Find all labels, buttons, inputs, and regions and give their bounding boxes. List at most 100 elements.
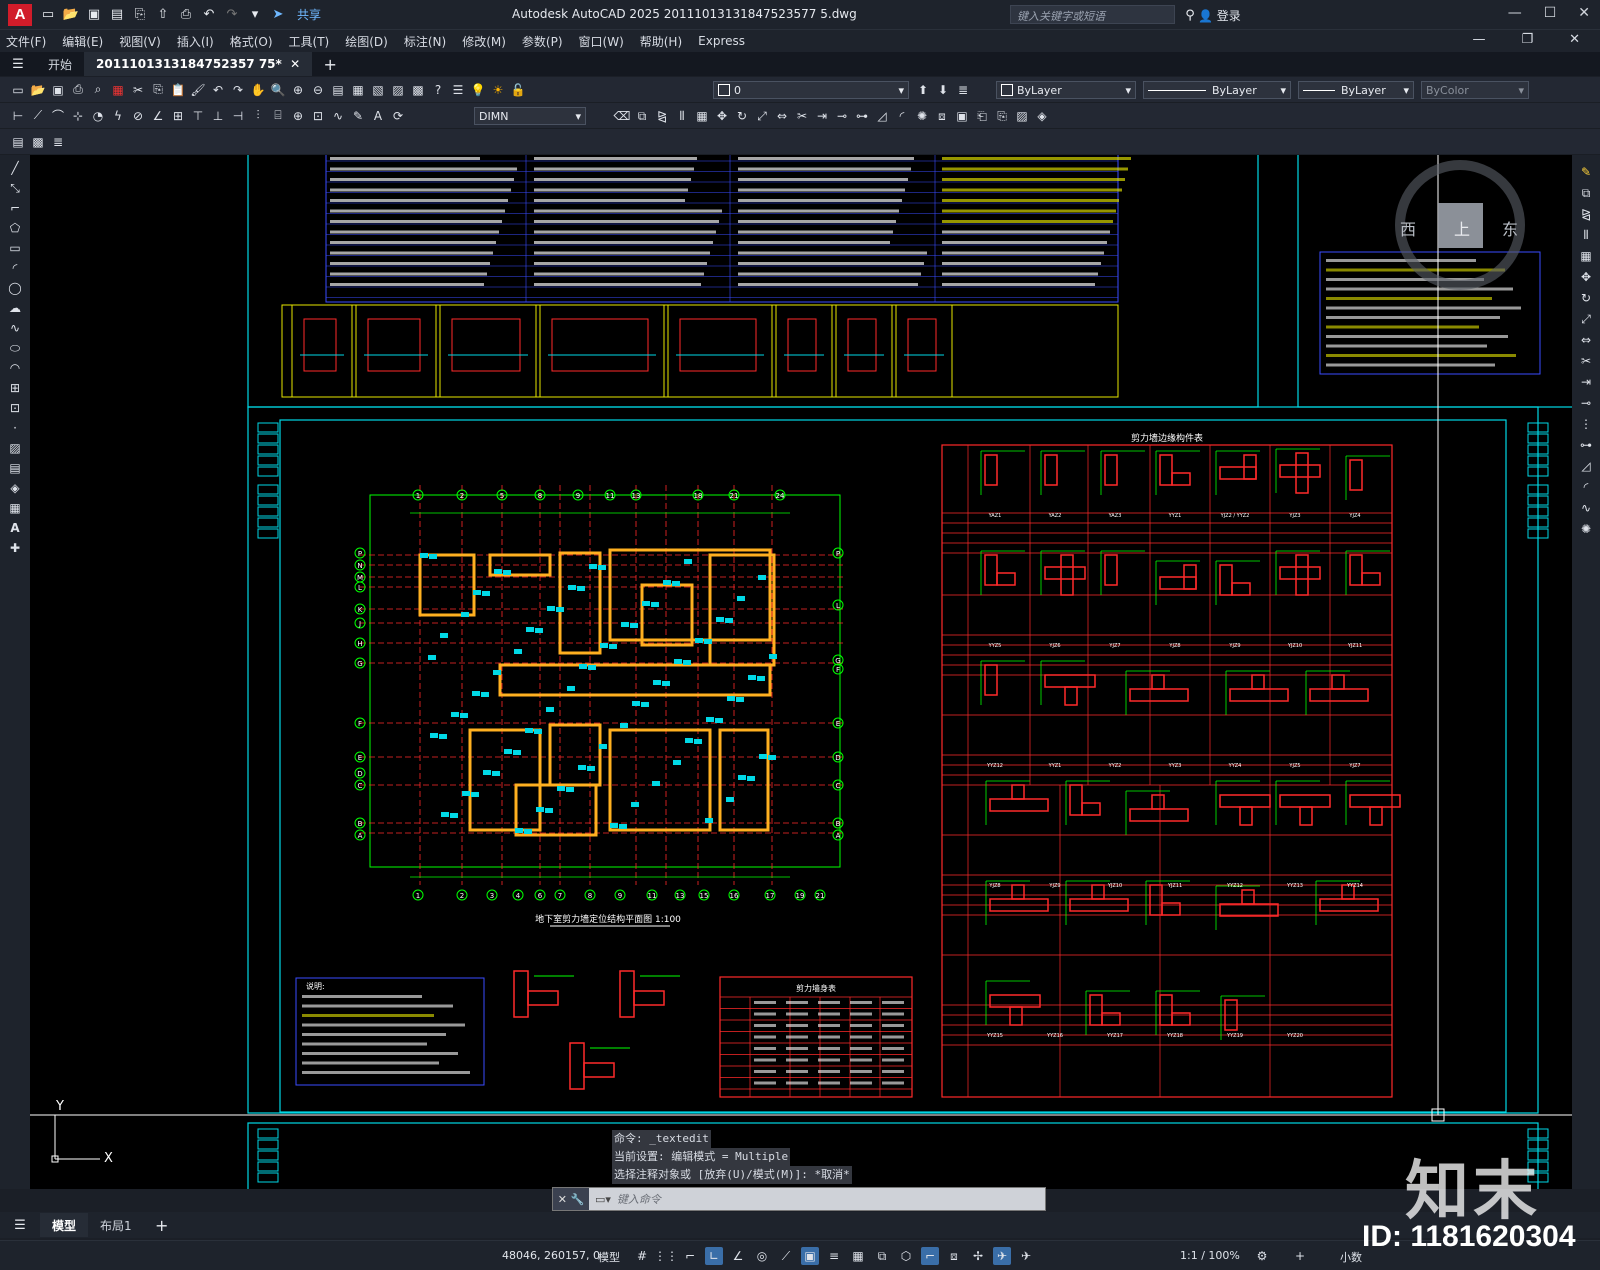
offset-icon[interactable]: ⫴ bbox=[1577, 226, 1595, 244]
menu-parameters[interactable]: 参数(P) bbox=[522, 33, 563, 50]
hamburger-icon[interactable]: ☰ bbox=[8, 54, 28, 74]
move-icon[interactable]: ✥ bbox=[713, 107, 731, 125]
new-icon[interactable]: ▭ bbox=[9, 81, 27, 99]
menu-tools[interactable]: 工具(T) bbox=[289, 33, 330, 50]
plus-icon[interactable]: + bbox=[1291, 1247, 1309, 1265]
calculator-icon[interactable]: ▩ bbox=[409, 81, 427, 99]
construction-line-icon[interactable]: ⤡ bbox=[6, 179, 24, 197]
jogged-linear-icon[interactable]: ∿ bbox=[329, 107, 347, 125]
model-space-toggle[interactable]: 模型 bbox=[598, 1249, 620, 1265]
xref-icon[interactable]: ⎘ bbox=[993, 107, 1011, 125]
arc-length-icon[interactable]: ⌒ bbox=[49, 107, 67, 125]
viewcube-west-label[interactable]: 西 bbox=[1400, 220, 1416, 239]
drawing-canvas[interactable]: 上 西 东 1 2 5 8 9 11 13 18 21 24 1 2 3 4 6 7 8 9 11 13 15 16 17 1… bbox=[30, 155, 1572, 1189]
dynamic-ucs-icon[interactable]: ⌐ bbox=[921, 1247, 939, 1265]
grid-icon[interactable]: # bbox=[633, 1247, 651, 1265]
viewcube[interactable]: 上 西 东 bbox=[1395, 160, 1525, 290]
viewcube-top-label[interactable]: 上 bbox=[1454, 220, 1470, 239]
gradient-icon[interactable]: ▤ bbox=[6, 459, 24, 477]
fillet-icon[interactable]: ◜ bbox=[893, 107, 911, 125]
spline-icon[interactable]: ∿ bbox=[6, 319, 24, 337]
undo-icon[interactable]: ↶ bbox=[199, 5, 219, 25]
menu-express[interactable]: Express bbox=[698, 34, 745, 48]
line-icon[interactable]: ╱ bbox=[6, 159, 24, 177]
linear-dim-icon[interactable]: ⊢ bbox=[9, 107, 27, 125]
menu-modify[interactable]: 修改(M) bbox=[462, 33, 506, 50]
3d-osnap-icon[interactable]: ⬡ bbox=[897, 1247, 915, 1265]
plotstyle-dropdown[interactable]: ByColor ▾ bbox=[1421, 81, 1529, 99]
new-icon[interactable]: ▭ bbox=[38, 5, 58, 25]
scale-icon[interactable]: ⤢ bbox=[753, 107, 771, 125]
fillet-icon[interactable]: ◜ bbox=[1577, 478, 1595, 496]
menu-insert[interactable]: 插入(I) bbox=[177, 33, 214, 50]
plot-preview-icon[interactable]: ⌕ bbox=[89, 81, 107, 99]
chamfer-icon[interactable]: ◿ bbox=[873, 107, 891, 125]
break-icon[interactable]: ⊸ bbox=[1577, 394, 1595, 412]
selection-filter-icon[interactable]: ⧈ bbox=[945, 1247, 963, 1265]
stack-icon[interactable]: ≣ bbox=[49, 133, 67, 151]
menu-edit[interactable]: 编辑(E) bbox=[62, 33, 103, 50]
isodraft-icon[interactable]: ◎ bbox=[753, 1247, 771, 1265]
circle-icon[interactable]: ◯ bbox=[6, 279, 24, 297]
command-input[interactable]: ✕ 🔧 ▭▾ 键入命令 bbox=[552, 1187, 1046, 1211]
layer-state-icon[interactable]: ≣ bbox=[954, 81, 972, 99]
aligned-dim-icon[interactable]: ⟋ bbox=[29, 107, 47, 125]
linetype-dropdown[interactable]: ByLayer ▾ bbox=[1143, 81, 1291, 99]
dim-edit-icon[interactable]: ✎ bbox=[349, 107, 367, 125]
array-icon[interactable]: ▦ bbox=[693, 107, 711, 125]
open-icon[interactable]: 📂 bbox=[29, 81, 47, 99]
tool-palettes-icon[interactable]: ▧ bbox=[369, 81, 387, 99]
open-icon[interactable]: 📂 bbox=[61, 5, 81, 25]
draworder-icon[interactable]: ⧈ bbox=[933, 107, 951, 125]
hatch-icon[interactable]: ▨ bbox=[1013, 107, 1031, 125]
annotation-visibility-icon[interactable]: ✈ bbox=[993, 1247, 1011, 1265]
mirror-icon[interactable]: ⧎ bbox=[1577, 205, 1595, 223]
sun-icon[interactable]: ☀ bbox=[489, 81, 507, 99]
explode-icon[interactable]: ✺ bbox=[913, 107, 931, 125]
search-icon[interactable]: ⚲ bbox=[1180, 5, 1200, 25]
zoom-previous-icon[interactable]: ⊖ bbox=[309, 81, 327, 99]
zoom-window-icon[interactable]: ⊕ bbox=[289, 81, 307, 99]
menu-draw[interactable]: 绘图(D) bbox=[345, 33, 388, 50]
doc-close-icon[interactable]: ✕ bbox=[1569, 32, 1580, 47]
baseline-icon[interactable]: ⊤ bbox=[189, 107, 207, 125]
close-icon[interactable]: ✕ bbox=[1578, 5, 1590, 21]
stretch-icon[interactable]: ⇔ bbox=[773, 107, 791, 125]
arc-icon[interactable]: ◜ bbox=[6, 259, 24, 277]
redo-icon[interactable]: ↷ bbox=[229, 81, 247, 99]
share-label[interactable]: 共享 bbox=[297, 6, 321, 23]
doc-minimize-icon[interactable]: — bbox=[1472, 32, 1485, 47]
hamburger-icon[interactable]: ☰ bbox=[10, 1215, 30, 1235]
break-at-point-icon[interactable]: ⊸ bbox=[833, 107, 851, 125]
annotation-scale[interactable]: 1:1 / 100% bbox=[1180, 1249, 1240, 1262]
blend-icon[interactable]: ∿ bbox=[1577, 499, 1595, 517]
point-icon[interactable]: · bbox=[6, 419, 24, 437]
share-icon[interactable]: ➤ bbox=[268, 5, 288, 25]
insert-block-icon[interactable]: ▣ bbox=[953, 107, 971, 125]
jogged-icon[interactable]: ϟ bbox=[109, 107, 127, 125]
center-mark-icon[interactable]: ⊕ bbox=[289, 107, 307, 125]
design-center-icon[interactable]: ▦ bbox=[349, 81, 367, 99]
tab-layout1[interactable]: 布局1 bbox=[88, 1213, 144, 1237]
offset-icon[interactable]: ⫴ bbox=[673, 107, 691, 125]
copy-icon[interactable]: ⧉ bbox=[1577, 184, 1595, 202]
gizmo-icon[interactable]: ✢ bbox=[969, 1247, 987, 1265]
object-snap-tracking-icon[interactable]: ⟋ bbox=[777, 1247, 795, 1265]
extend-icon[interactable]: ⇥ bbox=[813, 107, 831, 125]
menu-format[interactable]: 格式(O) bbox=[230, 33, 273, 50]
table-icon[interactable]: ▦ bbox=[6, 499, 24, 517]
radius-icon[interactable]: ◔ bbox=[89, 107, 107, 125]
paste-icon[interactable]: 📋 bbox=[169, 81, 187, 99]
coordinates-readout[interactable]: 48046, 260157, 0 bbox=[502, 1249, 600, 1262]
dim-text-edit-icon[interactable]: A bbox=[369, 107, 387, 125]
make-current-icon[interactable]: ⬆ bbox=[914, 81, 932, 99]
viewcube-east-label[interactable]: 东 bbox=[1502, 220, 1518, 239]
revcloud-icon[interactable]: ☁ bbox=[6, 299, 24, 317]
snap-icon[interactable]: ⋮⋮ bbox=[654, 1247, 678, 1265]
image-icon[interactable]: ▩ bbox=[29, 133, 47, 151]
join-icon[interactable]: ⊶ bbox=[853, 107, 871, 125]
chamfer-icon[interactable]: ◿ bbox=[1577, 457, 1595, 475]
extend-icon[interactable]: ⇥ bbox=[1577, 373, 1595, 391]
transparency-icon[interactable]: ▦ bbox=[849, 1247, 867, 1265]
save-icon[interactable]: ▣ bbox=[84, 5, 104, 25]
